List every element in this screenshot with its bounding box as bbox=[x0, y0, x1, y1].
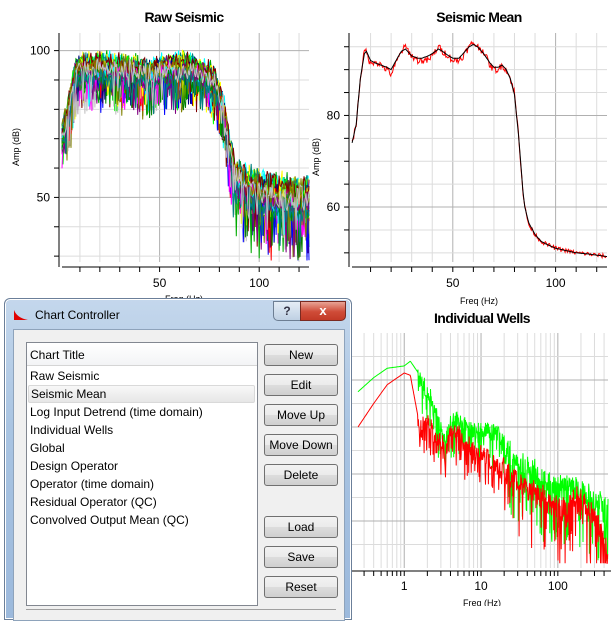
dialog-titlebar[interactable]: Chart Controller ? x bbox=[5, 299, 351, 329]
y-tick-label: 60 bbox=[327, 200, 341, 214]
edit-button[interactable]: Edit bbox=[264, 374, 338, 396]
individual-wells-plot: Individual Wells Freq (Hz) 1 10 100 bbox=[350, 310, 611, 606]
list-item-residual-operator[interactable]: Residual Operator (QC) bbox=[28, 493, 255, 511]
chart-controller-dialog: Chart Controller ? x Chart Title Raw Sei… bbox=[4, 298, 352, 621]
x-tick-label: 100 bbox=[546, 276, 566, 290]
save-button[interactable]: Save bbox=[264, 546, 338, 568]
raw-seismic-chart: Raw Seismic Amp (dB) Freq (Hz) 50 100 50 10… bbox=[0, 0, 312, 300]
reset-button[interactable]: Reset bbox=[264, 576, 338, 598]
list-column-header[interactable]: Chart Title bbox=[27, 343, 257, 366]
divider bbox=[26, 609, 336, 610]
dialog-client-area: Chart Title Raw Seismic Seismic Mean Log… bbox=[13, 329, 345, 621]
y-axis-label: Amp (dB) bbox=[311, 138, 321, 176]
dialog-title: Chart Controller bbox=[35, 308, 120, 322]
load-button[interactable]: Load bbox=[264, 516, 338, 538]
raw-seismic-plot: Raw Seismic Amp (dB) Freq (Hz) 50 1005010… bbox=[11, 9, 310, 300]
list-item-convolved-output-mean[interactable]: Convolved Output Mean (QC) bbox=[28, 511, 255, 529]
series-line-mean-noisy- bbox=[351, 40, 607, 260]
individual-wells-chart: Individual Wells Freq (Hz) 1 10 100 bbox=[350, 300, 611, 606]
y-tick-label: 80 bbox=[327, 108, 341, 122]
chart-title: Raw Seismic bbox=[145, 9, 225, 25]
x-tick-label: 50 bbox=[446, 276, 460, 290]
move-down-button[interactable]: Move Down bbox=[264, 434, 338, 456]
move-up-button[interactable]: Move Up bbox=[264, 404, 338, 426]
x-tick-label: 10 bbox=[474, 579, 488, 593]
list-item-raw-seismic[interactable]: Raw Seismic bbox=[28, 367, 255, 385]
help-button[interactable]: ? bbox=[273, 301, 301, 321]
seismic-mean-chart: Seismic Mean Amp (dB) Freq (Hz) 50 100 60 8… bbox=[300, 0, 611, 310]
x-tick-label: 1 bbox=[401, 579, 408, 593]
chart-title: Seismic Mean bbox=[436, 9, 521, 25]
list-item-design-operator[interactable]: Design Operator bbox=[28, 457, 255, 475]
chart-list[interactable]: Chart Title Raw Seismic Seismic Mean Log… bbox=[26, 342, 258, 606]
x-tick-label: 50 bbox=[153, 276, 167, 290]
list-item-global[interactable]: Global bbox=[28, 439, 255, 457]
seismic-mean-plot: Seismic Mean Amp (dB) Freq (Hz) 50 100608… bbox=[311, 9, 608, 306]
x-axis-label: Freq (Hz) bbox=[463, 598, 501, 606]
delete-button[interactable]: Delete bbox=[264, 464, 338, 486]
x-tick-label: 100 bbox=[249, 276, 269, 290]
x-tick-label: 100 bbox=[548, 579, 568, 593]
series-line-well-2 bbox=[357, 372, 609, 564]
y-tick-label: 100 bbox=[30, 44, 50, 58]
list-item-seismic-mean[interactable]: Seismic Mean bbox=[28, 385, 255, 403]
chart-title: Individual Wells bbox=[434, 310, 531, 326]
y-tick-label: 50 bbox=[37, 190, 51, 204]
list-item-individual-wells[interactable]: Individual Wells bbox=[28, 421, 255, 439]
list-item-operator-time-domain[interactable]: Operator (time domain) bbox=[28, 475, 255, 493]
chart-app-icon bbox=[14, 310, 28, 320]
new-button[interactable]: New bbox=[264, 344, 338, 366]
close-button[interactable]: x bbox=[300, 301, 346, 321]
list-item-log-input-detrend[interactable]: Log Input Detrend (time domain) bbox=[28, 403, 255, 421]
y-axis-label: Amp (dB) bbox=[11, 128, 21, 166]
